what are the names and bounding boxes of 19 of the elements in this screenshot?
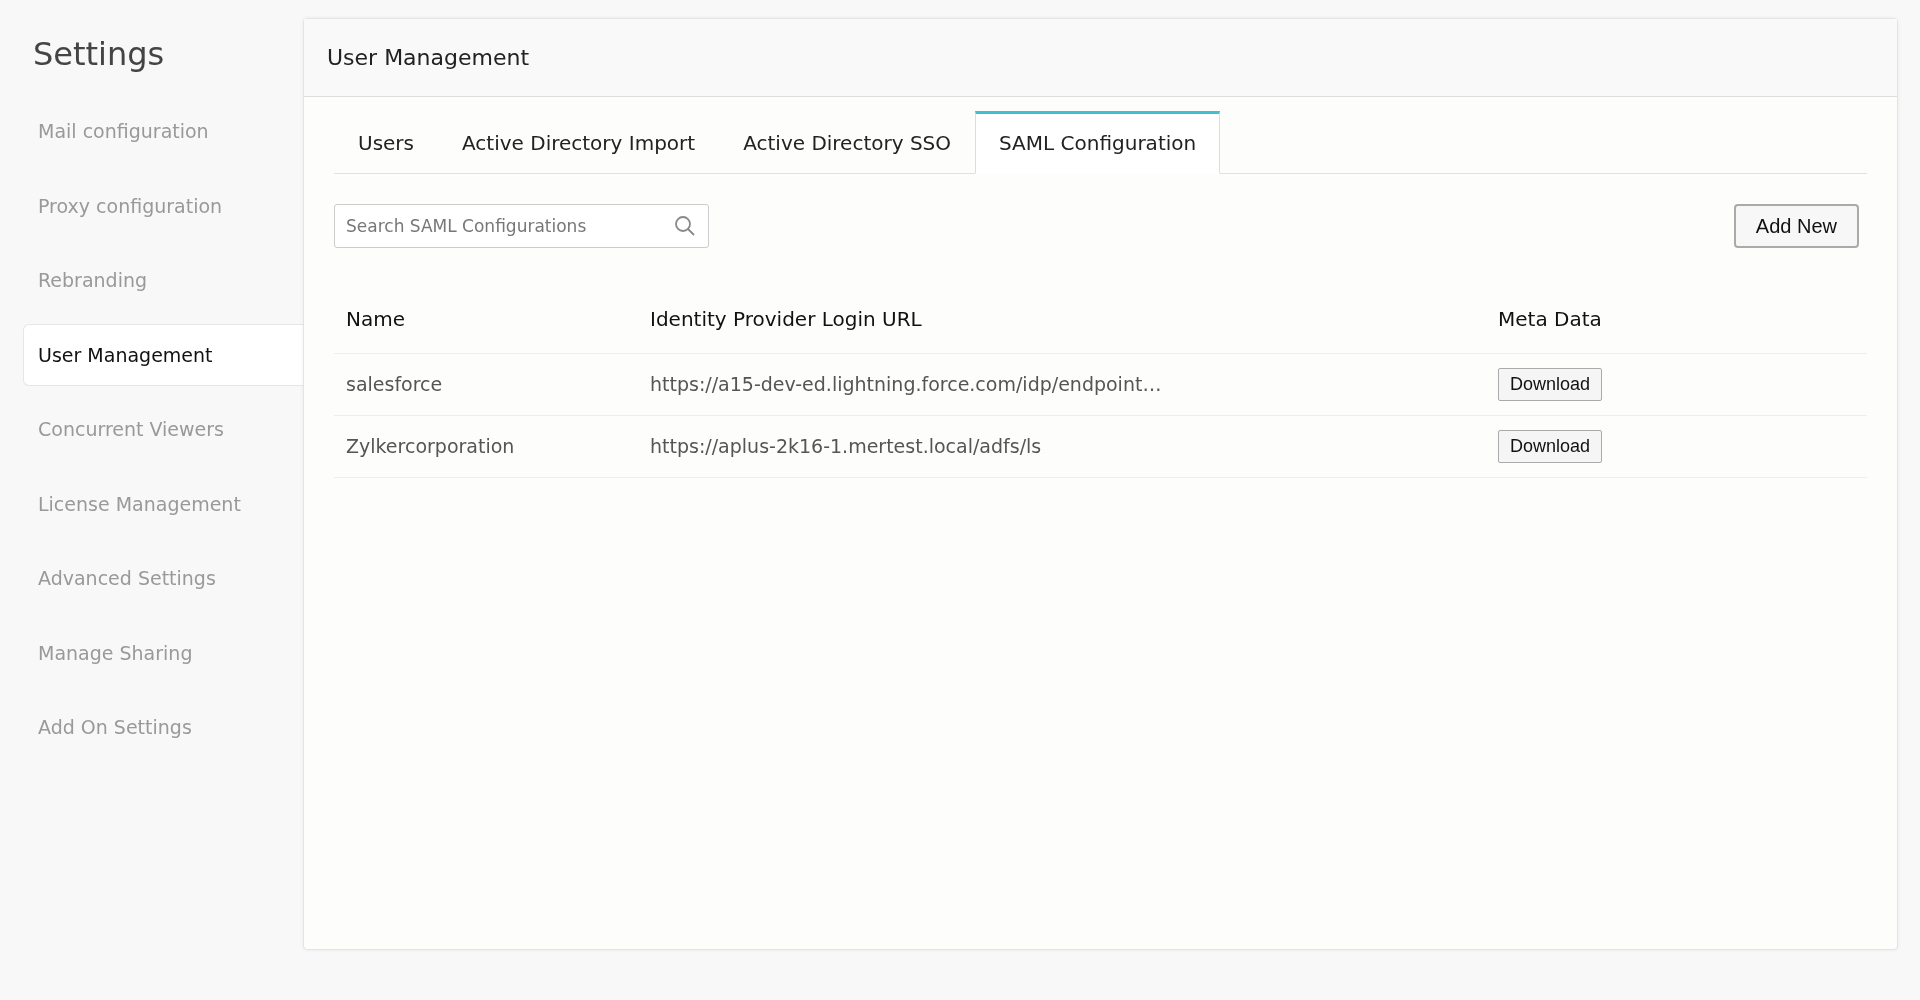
search-icon[interactable]: [673, 214, 697, 238]
search-field[interactable]: Search SAML Configurations: [334, 204, 709, 248]
column-header: Name: [346, 306, 405, 331]
column-header: Meta Data: [1498, 306, 1602, 331]
table-cell: salesforce: [346, 373, 443, 396]
table-cell: Zylkercorporation: [346, 435, 515, 458]
tab[interactable]: Active Directory SSO: [719, 111, 976, 174]
tab[interactable]: Users: [334, 111, 438, 174]
tab[interactable]: SAML Configuration: [975, 111, 1221, 174]
settings-title: Settings: [32, 34, 166, 75]
table-cell: https://aplus-2k16-1.mertest.local/adfs/ls: [650, 435, 1042, 458]
panel-title: User Management: [304, 19, 1897, 97]
sidebar-item[interactable]: User Management: [23, 323, 303, 386]
column-header: Identity Provider Login URL: [650, 306, 922, 331]
download-button[interactable]: Download: [1498, 368, 1603, 401]
add-new-button[interactable]: Add New: [1733, 204, 1859, 248]
download-button[interactable]: Download: [1498, 430, 1603, 463]
tab[interactable]: Active Directory Import: [438, 111, 720, 174]
table-cell: https://a15-dev-ed.lightning.force.com/idp/endpoint…: [650, 373, 1162, 396]
